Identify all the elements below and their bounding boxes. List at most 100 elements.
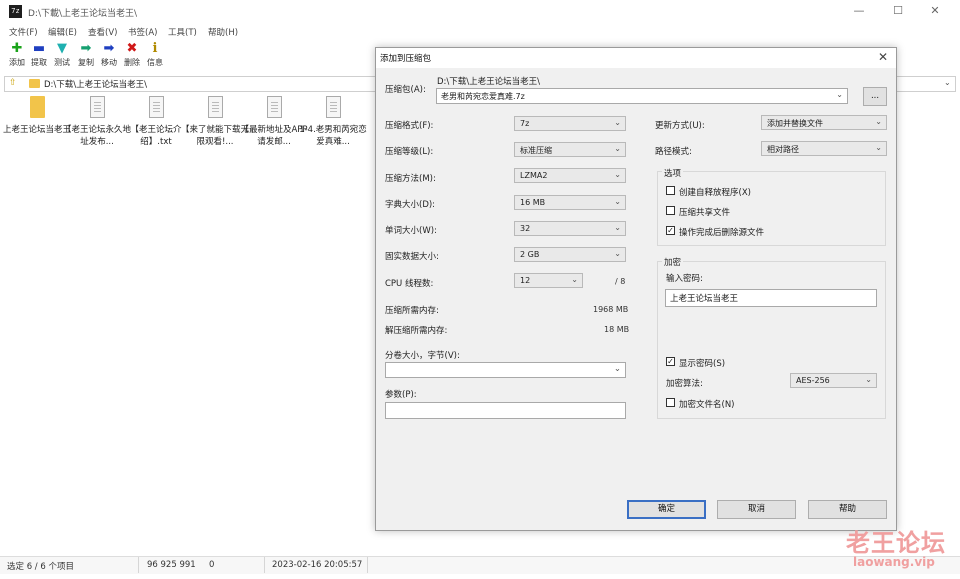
toolbar-label: 提取 [31,58,47,67]
show-password-label: 显示密码(S) [679,359,726,369]
archive-name-input[interactable]: 老男和芮宛恋爱真难.7z ⌄ [436,88,848,104]
minimize-button[interactable]: — [849,3,869,19]
encryption-method-value: AES-256 [796,376,830,385]
status-packed-size: 0 [209,560,215,570]
level-value: 标准压缩 [520,146,552,155]
chevron-down-icon[interactable]: ⌄ [944,78,951,87]
list-item[interactable]: 【来了就能下载无限观看!... [181,96,249,148]
chevron-down-icon: ⌄ [614,170,621,179]
split-size-input[interactable]: ⌄ [385,362,626,378]
update-select[interactable]: 添加并替换文件 ⌄ [761,115,887,130]
file-name: 【最新地址及APP请发邮... [240,125,308,147]
menu-tools[interactable]: 工具(T) [168,26,197,38]
toolbar-info-button[interactable]: i 信息 [144,42,166,68]
toolbar-label: 添加 [9,58,25,67]
move-arrow-icon: ➡ [103,41,115,56]
solid-label: 固实数据大小: [385,252,439,262]
status-modified: 2023-02-16 20:05:57 [272,560,363,570]
dialog-close-button[interactable]: ✕ [874,49,892,65]
menu-file[interactable]: 文件(F) [9,26,38,38]
word-value: 32 [520,224,531,233]
chevron-down-icon: ⌄ [875,143,882,152]
watermark-url: laowang.vip [853,555,935,569]
show-password-checkbox[interactable]: ✓ [666,357,675,366]
watermark: 老王论坛 [846,529,946,557]
toolbar-label: 删除 [124,58,140,67]
minus-icon: ▬ [32,41,46,56]
help-button[interactable]: 帮助 [808,500,887,519]
format-select[interactable]: 7z ⌄ [514,116,626,131]
sfx-label: 创建自释放程序(X) [679,188,751,198]
solid-select[interactable]: 2 GB ⌄ [514,247,626,262]
level-select[interactable]: 标准压缩 ⌄ [514,142,626,157]
ok-button[interactable]: 确定 [627,500,706,519]
word-label: 单词大小(W): [385,226,437,236]
chevron-down-icon: ⌄ [865,375,872,384]
archive-path: D:\下载\上老王论坛当老王\ [437,77,541,87]
encryption-method-label: 加密算法: [666,379,703,389]
chevron-down-icon: ⌄ [613,364,621,374]
delete-icon: ✖ [126,41,138,56]
cpu-select[interactable]: 12 ⌄ [514,273,583,288]
maximize-button[interactable]: ☐ [888,3,908,19]
encryption-method-select[interactable]: AES-256 ⌄ [790,373,877,388]
delete-after-label: 操作完成后删除源文件 [679,228,765,238]
toolbar-test-button[interactable]: ▼ 测试 [51,42,73,68]
app-icon: 7z [9,5,22,18]
path-mode-label: 路径模式: [655,147,692,157]
window-title: D:\下載\上老王论坛当老王\ [28,9,138,19]
toolbar-extract-button[interactable]: ▬ 提取 [28,42,50,68]
list-item[interactable]: 1-4.老男和芮宛恋爱真难... [299,96,367,148]
password-input[interactable]: 上老王论坛当老王 [665,289,877,307]
delete-after-checkbox[interactable]: ✓ [666,226,675,235]
toolbar-delete-button[interactable]: ✖ 删除 [121,42,143,68]
menu-view[interactable]: 查看(V) [88,26,117,38]
cancel-button[interactable]: 取消 [717,500,796,519]
solid-value: 2 GB [520,250,540,259]
encrypt-names-label: 加密文件名(N) [679,400,735,410]
params-input[interactable] [385,402,626,419]
text-file-icon [89,96,105,118]
up-folder-icon[interactable]: ⇧ [9,79,18,88]
chevron-down-icon: ⌄ [836,90,843,99]
mem-decomp-label: 解压缩所需内存: [385,326,448,336]
path-mode-value: 相对路径 [767,145,799,154]
word-select[interactable]: 32 ⌄ [514,221,626,236]
status-bar [0,556,960,574]
toolbar-move-button[interactable]: ➡ 移动 [98,42,120,68]
address-path: D:\下载\上老王论坛当老王\ [44,80,148,90]
menu-bookmarks[interactable]: 书签(A) [128,26,157,38]
browse-button[interactable]: ... [863,87,887,106]
toolbar-label: 测试 [54,58,70,67]
file-name: 【老王论坛介绍】.txt [130,125,182,147]
password-value: 上老王论坛当老王 [670,294,739,304]
dict-select[interactable]: 16 MB ⌄ [514,195,626,210]
cpu-value: 12 [520,276,531,285]
sfx-checkbox[interactable] [666,186,675,195]
dict-value: 16 MB [520,198,546,207]
list-item[interactable]: 【最新地址及APP请发邮... [240,96,308,148]
encrypt-names-checkbox[interactable] [666,398,675,407]
list-item[interactable]: 【老王论坛介绍】.txt [122,96,190,148]
toolbar-copy-button[interactable]: ➡ 复制 [75,42,97,68]
menu-help[interactable]: 帮助(H) [208,26,238,38]
mem-comp-label: 压缩所需内存: [385,306,439,316]
encryption-title: 加密 [662,256,684,268]
method-select[interactable]: LZMA2 ⌄ [514,168,626,183]
path-mode-select[interactable]: 相对路径 ⌄ [761,141,887,156]
update-label: 更新方式(U): [655,121,705,131]
method-value: LZMA2 [520,171,548,180]
folder-icon [29,96,45,118]
list-item[interactable]: 【老王论坛永久地址发布... [63,96,131,148]
close-button[interactable]: ✕ [925,3,945,19]
update-value: 添加并替换文件 [767,119,823,128]
menu-edit[interactable]: 编辑(E) [48,26,77,38]
cpu-label: CPU 线程数: [385,279,434,289]
status-divider [367,557,368,573]
file-name: 【来了就能下载无限观看!... [181,125,250,147]
shared-files-checkbox[interactable] [666,206,675,215]
toolbar-add-button[interactable]: ✚ 添加 [6,42,28,68]
list-item[interactable]: 上老王论坛当老王 [3,96,71,136]
archive-name-value: 老男和芮宛恋爱真难.7z [441,92,525,101]
format-value: 7z [520,119,530,128]
